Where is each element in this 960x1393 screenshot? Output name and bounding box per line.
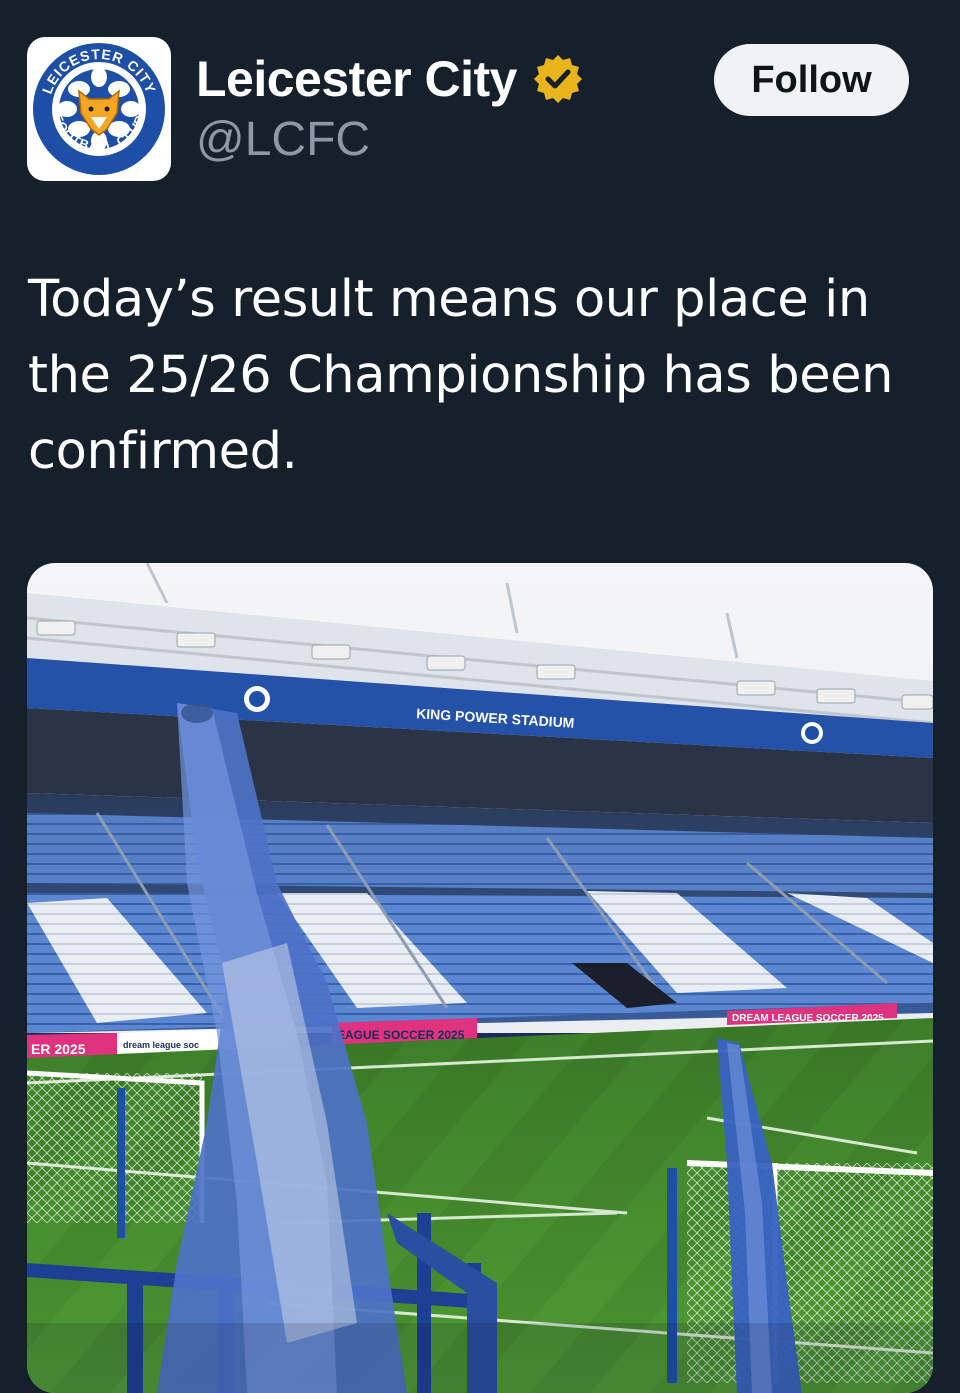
tweet-media-image[interactable]: KING POWER STADIUM ER 2025 dream league … [27, 563, 933, 1393]
display-name[interactable]: Leicester City [196, 48, 517, 110]
tweet-text: Today’s result means our place in the 25… [28, 270, 894, 481]
ad-board-left: ER 2025 [31, 1041, 86, 1057]
club-crest-icon: LEICESTER CITY FOOTBALL CLUB [33, 43, 165, 175]
stadium-photo: KING POWER STADIUM ER 2025 dream league … [27, 563, 933, 1393]
follow-button[interactable]: Follow [714, 44, 909, 116]
verified-badge-icon [534, 55, 582, 103]
ad-board-left-small: dream league soc [123, 1040, 199, 1050]
avatar[interactable]: LEICESTER CITY FOOTBALL CLUB [27, 37, 171, 181]
account-handle[interactable]: @LCFC [196, 110, 370, 170]
